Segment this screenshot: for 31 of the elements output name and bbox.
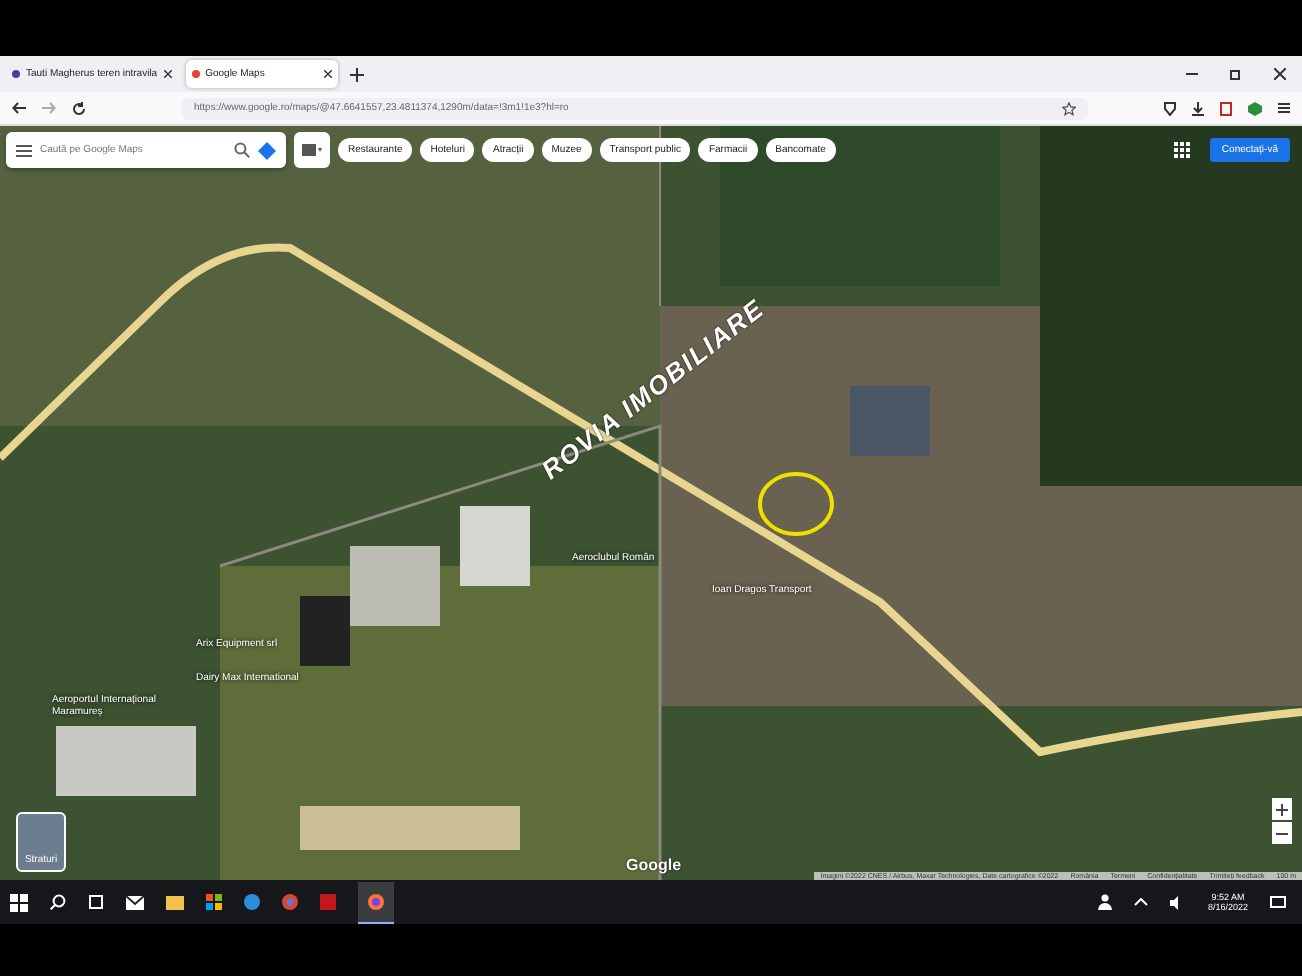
shield-icon[interactable]	[1164, 101, 1176, 115]
close-tab-icon[interactable]	[323, 70, 332, 78]
mail-icon[interactable]	[126, 895, 144, 909]
restore-icon[interactable]	[1230, 68, 1242, 80]
notification-icon[interactable]	[1270, 895, 1286, 909]
highlight-circle	[756, 470, 836, 538]
map-type-button[interactable]	[294, 132, 330, 168]
close-icon[interactable]	[1274, 68, 1286, 80]
bookmark-star-icon[interactable]	[1062, 101, 1076, 115]
person-icon[interactable]	[1097, 894, 1112, 910]
download-icon[interactable]	[1192, 101, 1204, 115]
zoom-out-button[interactable]	[1272, 822, 1292, 844]
back-arrow-icon[interactable]	[12, 102, 26, 114]
zoom-in-button[interactable]	[1272, 798, 1292, 820]
map-thumbnail-icon[interactable]	[302, 144, 322, 156]
google-logo: Google	[626, 856, 682, 874]
caret-icon[interactable]	[1133, 898, 1148, 906]
reload-icon[interactable]	[72, 101, 86, 115]
windows-icon[interactable]	[10, 893, 28, 911]
folder-icon[interactable]	[166, 895, 184, 909]
menu-icon[interactable]	[16, 143, 32, 157]
new-tab-button[interactable]	[345, 63, 368, 85]
minus-icon[interactable]	[1276, 827, 1288, 839]
menu-icon[interactable]	[1278, 102, 1290, 114]
minimize-icon[interactable]	[1186, 68, 1198, 80]
directions-icon[interactable]	[258, 141, 276, 159]
close-tab-icon[interactable]	[163, 70, 172, 78]
task-view-icon[interactable]	[88, 894, 104, 910]
plus-icon[interactable]	[1276, 803, 1288, 815]
store-icon[interactable]	[206, 894, 222, 910]
apps-grid-icon[interactable]	[1173, 142, 1190, 158]
